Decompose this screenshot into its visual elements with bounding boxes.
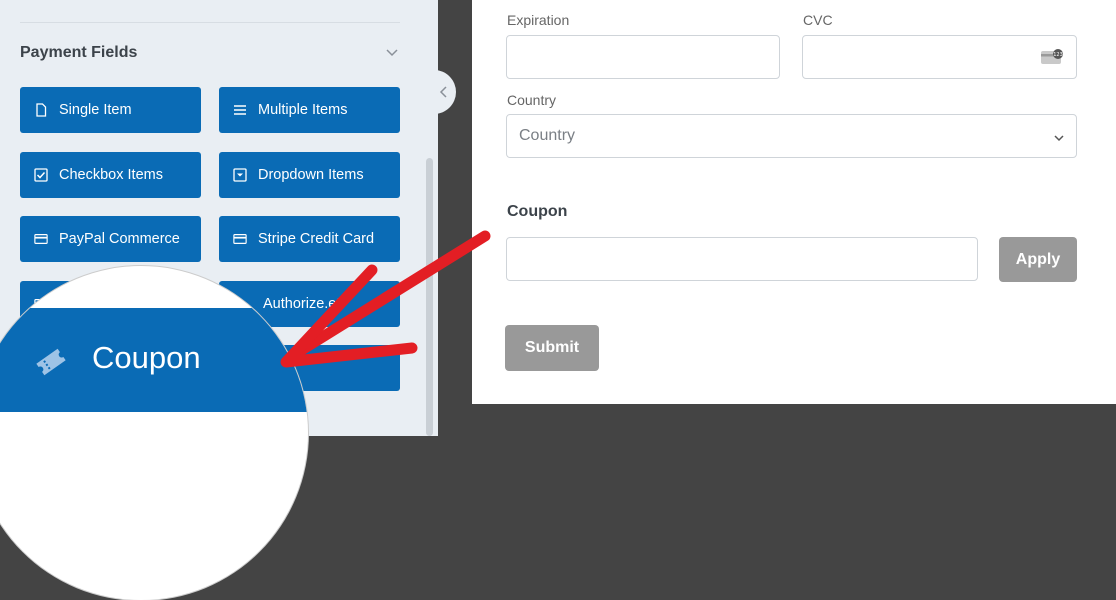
sidebar-scrollbar[interactable] <box>426 158 433 436</box>
country-label: Country <box>507 92 557 108</box>
svg-text:123: 123 <box>1053 52 1063 58</box>
coupon-button-label: Coupon <box>92 340 201 375</box>
button-label: Dropdown Items <box>258 167 364 183</box>
submit-button[interactable]: Submit <box>505 325 599 371</box>
cvc-card-icon: 123 <box>1041 49 1063 64</box>
button-label: Checkbox Items <box>59 167 163 183</box>
expiration-field[interactable] <box>506 35 780 79</box>
collapse-sidebar-handle[interactable] <box>432 70 456 114</box>
cvc-label: CVC <box>803 12 833 28</box>
list-icon <box>233 103 247 117</box>
checkbox-icon <box>34 168 48 182</box>
credit-card-icon <box>233 232 247 246</box>
section-title-payment-fields[interactable]: Payment Fields <box>20 44 137 62</box>
button-label: Single Item <box>59 102 132 118</box>
button-label: Stripe Credit Card <box>258 231 375 247</box>
magnifier-callout <box>0 266 308 600</box>
divider <box>20 22 400 23</box>
add-dropdown-items-button[interactable]: Dropdown Items <box>219 152 400 198</box>
chevron-down-icon[interactable] <box>384 44 400 60</box>
cvc-field[interactable]: 123 <box>802 35 1077 79</box>
dropdown-icon <box>233 168 247 182</box>
chevron-down-icon <box>1054 135 1064 142</box>
add-paypal-commerce-button[interactable]: PayPal Commerce <box>20 216 201 262</box>
file-icon <box>34 103 48 117</box>
add-multiple-items-button[interactable]: Multiple Items <box>219 87 400 133</box>
apply-coupon-button[interactable]: Apply <box>999 237 1077 282</box>
expiration-label: Expiration <box>507 12 570 28</box>
credit-card-icon <box>34 232 48 246</box>
country-placeholder: Country <box>519 127 576 144</box>
chevron-left-icon <box>439 86 447 98</box>
add-stripe-credit-card-button[interactable]: Stripe Credit Card <box>219 216 400 262</box>
ticket-icon <box>36 348 66 376</box>
add-single-item-button[interactable]: Single Item <box>20 87 201 133</box>
button-label: PayPal Commerce <box>59 231 180 247</box>
add-checkbox-items-button[interactable]: Checkbox Items <box>20 152 201 198</box>
country-select[interactable]: Country <box>506 114 1077 158</box>
button-label: Multiple Items <box>258 102 348 118</box>
coupon-input[interactable] <box>506 237 978 281</box>
coupon-label: Coupon <box>507 203 568 220</box>
